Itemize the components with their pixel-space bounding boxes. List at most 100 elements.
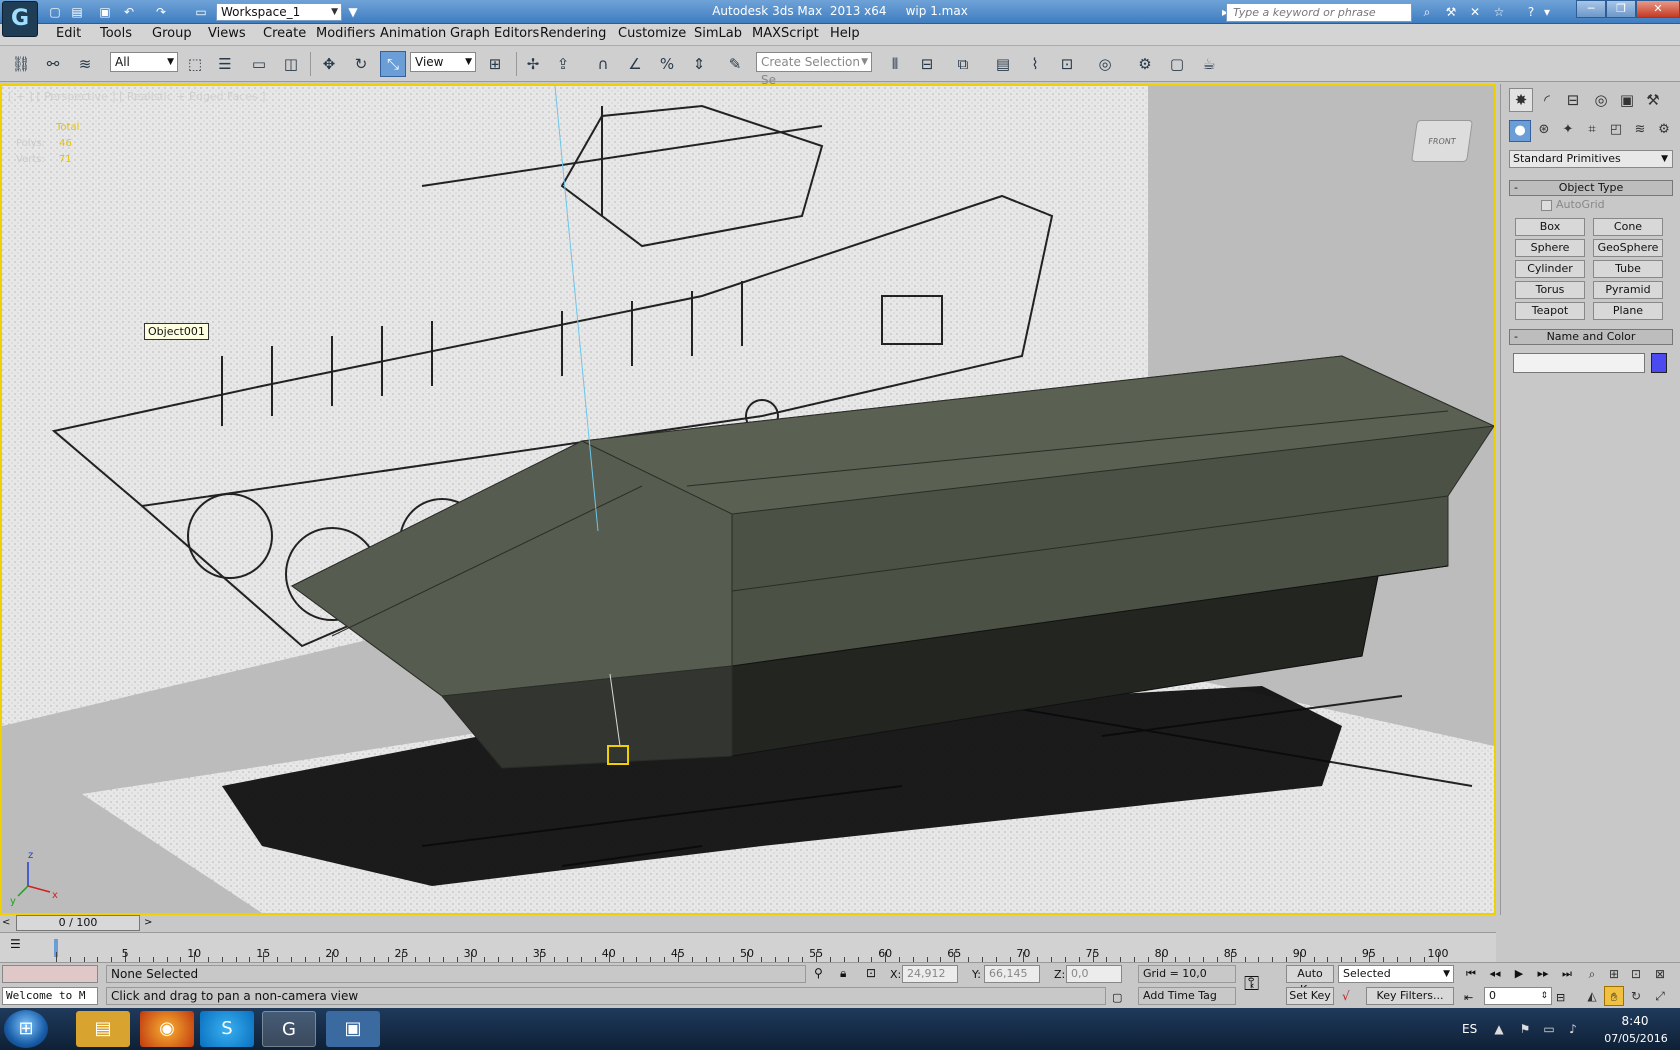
next-frame-icon[interactable]: >: [144, 917, 152, 928]
helpers-icon[interactable]: ◰: [1605, 120, 1627, 142]
help-menu-chevron-icon[interactable]: ▾: [1542, 3, 1552, 21]
maxscript-output[interactable]: Welcome to M: [2, 987, 98, 1005]
key-selection-dropdown[interactable]: Selected ▼: [1338, 965, 1454, 983]
align-icon[interactable]: ⊟: [914, 51, 940, 77]
modify-tab-icon[interactable]: ◜: [1535, 88, 1559, 112]
zoom-all-icon[interactable]: ⊞: [1604, 964, 1624, 984]
language-indicator[interactable]: ES: [1462, 1022, 1477, 1036]
tube-button[interactable]: Tube: [1593, 260, 1663, 278]
menu-group[interactable]: Group: [152, 26, 192, 41]
help-icon[interactable]: ?: [1522, 3, 1540, 21]
shapes-icon[interactable]: ⊛: [1533, 120, 1555, 142]
show-hidden-icons-icon[interactable]: ▲: [1490, 1020, 1508, 1038]
menu-customize[interactable]: Customize: [618, 26, 686, 41]
favorites-star-icon[interactable]: ☆: [1490, 3, 1508, 21]
object-color-swatch[interactable]: [1651, 353, 1667, 373]
menu-create[interactable]: Create: [263, 26, 306, 41]
viewcube[interactable]: FRONT: [1411, 120, 1473, 162]
mini-curve-editor-icon[interactable]: ☰: [10, 937, 21, 951]
firefox-icon[interactable]: ◉: [140, 1011, 194, 1047]
graphite-ribbon-icon[interactable]: ▤: [990, 51, 1016, 77]
unlink-icon[interactable]: ⚯: [40, 51, 66, 77]
clock-date[interactable]: 07/05/2016: [1596, 1032, 1676, 1045]
time-configuration-icon[interactable]: ⊟: [1556, 991, 1565, 1004]
object-name-input[interactable]: [1513, 353, 1645, 373]
prev-frame-icon[interactable]: <: [2, 917, 10, 928]
project-folder-icon[interactable]: ▭: [192, 3, 210, 21]
percent-snap-icon[interactable]: %: [654, 51, 680, 77]
menu-help[interactable]: Help: [830, 26, 860, 41]
utilities-tab-icon[interactable]: ⚒: [1641, 88, 1665, 112]
primitive-category-dropdown[interactable]: Standard Primitives ▼: [1509, 150, 1673, 168]
current-frame-field[interactable]: 0 ⇕: [1484, 987, 1552, 1005]
track-bar[interactable]: ☰ 5 10 15 20 25 30 35 40 45 50 55 60 65 70 75 80 85 90 95 1…: [0, 932, 1496, 962]
application-menu-button[interactable]: G: [2, 1, 38, 37]
object-type-rollout[interactable]: - Object Type: [1509, 180, 1673, 196]
zoom-extents-icon[interactable]: ⊡: [1626, 964, 1646, 984]
restore-button[interactable]: ❐: [1606, 0, 1636, 18]
absolute-transform-icon[interactable]: ⊡: [866, 966, 876, 980]
cylinder-button[interactable]: Cylinder: [1515, 260, 1585, 278]
file-explorer-icon[interactable]: ▤: [76, 1011, 130, 1047]
y-coordinate-field[interactable]: 66,145: [984, 965, 1040, 983]
x-coordinate-field[interactable]: 24,912: [902, 965, 958, 983]
menu-simlab[interactable]: SimLab: [694, 26, 742, 41]
torus-button[interactable]: Torus: [1515, 281, 1585, 299]
reference-coordinate-dropdown[interactable]: View ▼: [410, 52, 476, 72]
redo-icon[interactable]: ↷: [152, 3, 170, 21]
previous-frame-icon[interactable]: ◂◂: [1484, 965, 1506, 983]
time-tag-icon[interactable]: ▢: [1112, 991, 1122, 1004]
menu-animation[interactable]: Animation: [380, 26, 446, 41]
rendered-frame-window-icon[interactable]: ▢: [1164, 51, 1190, 77]
start-button[interactable]: ⊞: [4, 1010, 48, 1048]
3ds-max-icon[interactable]: G: [262, 1011, 316, 1047]
select-by-name-icon[interactable]: ☰: [212, 51, 238, 77]
select-and-move-icon[interactable]: ✥: [316, 51, 342, 77]
binoculars-icon[interactable]: ⌕: [1418, 3, 1436, 21]
set-keys-icon[interactable]: ⚿: [1244, 971, 1259, 995]
selection-filter-dropdown[interactable]: All ▼: [110, 52, 178, 72]
render-setup-icon[interactable]: ⚙: [1132, 51, 1158, 77]
quick-access-menu-icon[interactable]: ▼: [344, 3, 362, 21]
maximize-viewport-icon[interactable]: ⤢: [1650, 986, 1670, 1006]
spinner-snap-icon[interactable]: ⇕: [686, 51, 712, 77]
display-icon[interactable]: ▭: [1540, 1020, 1558, 1038]
volume-icon[interactable]: ♪: [1564, 1020, 1582, 1038]
cameras-icon[interactable]: ⌗: [1581, 120, 1603, 142]
play-icon[interactable]: ▶: [1508, 965, 1530, 983]
select-and-scale-icon[interactable]: ⤡: [380, 51, 406, 77]
plane-button[interactable]: Plane: [1593, 302, 1663, 320]
open-file-icon[interactable]: ▤: [68, 3, 86, 21]
clock-time[interactable]: 8:40: [1600, 1014, 1670, 1028]
orbit-icon[interactable]: ↻: [1626, 986, 1646, 1006]
auto-key-button[interactable]: Auto Key: [1286, 965, 1334, 996]
angle-snap-icon[interactable]: ∠: [622, 51, 648, 77]
go-to-start-icon[interactable]: ⏮: [1460, 965, 1482, 983]
window-crossing-icon[interactable]: ◫: [278, 51, 304, 77]
schematic-view-icon[interactable]: ⊡: [1054, 51, 1080, 77]
zoom-icon[interactable]: ⌕: [1582, 964, 1602, 984]
perspective-viewport[interactable]: z x y [ + ] [ Perspective ] [ Realistic …: [0, 84, 1496, 915]
snaps-toggle-icon[interactable]: ∩: [590, 51, 616, 77]
mirror-icon[interactable]: ⫴: [882, 51, 908, 77]
time-slider[interactable]: < 0 / 100 >: [0, 915, 1496, 931]
z-coordinate-field[interactable]: 0,0: [1066, 965, 1122, 983]
key-mode-icon[interactable]: ⇤: [1464, 991, 1473, 1004]
viewport-label-menu[interactable]: [ + ] [ Perspective ] [ Realistic + Edge…: [8, 90, 266, 103]
default-tangents-icon[interactable]: √: [1342, 989, 1350, 1003]
set-key-button[interactable]: Set Key: [1286, 987, 1334, 1005]
keyboard-shortcut-override-icon[interactable]: ⇪: [550, 51, 576, 77]
box-button[interactable]: Box: [1515, 218, 1585, 236]
menu-edit[interactable]: Edit: [56, 26, 81, 41]
time-slider-thumb[interactable]: 0 / 100: [16, 915, 140, 931]
systems-icon[interactable]: ⚙: [1653, 120, 1675, 142]
skype-icon[interactable]: S: [200, 1011, 254, 1047]
geometry-icon[interactable]: ●: [1509, 120, 1531, 142]
image-viewer-icon[interactable]: ▣: [326, 1011, 380, 1047]
create-tab-icon[interactable]: ✸: [1509, 88, 1533, 112]
new-file-icon[interactable]: ▢: [46, 3, 64, 21]
select-and-link-icon[interactable]: ⛓: [8, 51, 34, 77]
menu-rendering[interactable]: Rendering: [540, 26, 606, 41]
named-selection-dropdown[interactable]: Create Selection Se ▼: [756, 52, 872, 87]
teapot-button[interactable]: Teapot: [1515, 302, 1585, 320]
